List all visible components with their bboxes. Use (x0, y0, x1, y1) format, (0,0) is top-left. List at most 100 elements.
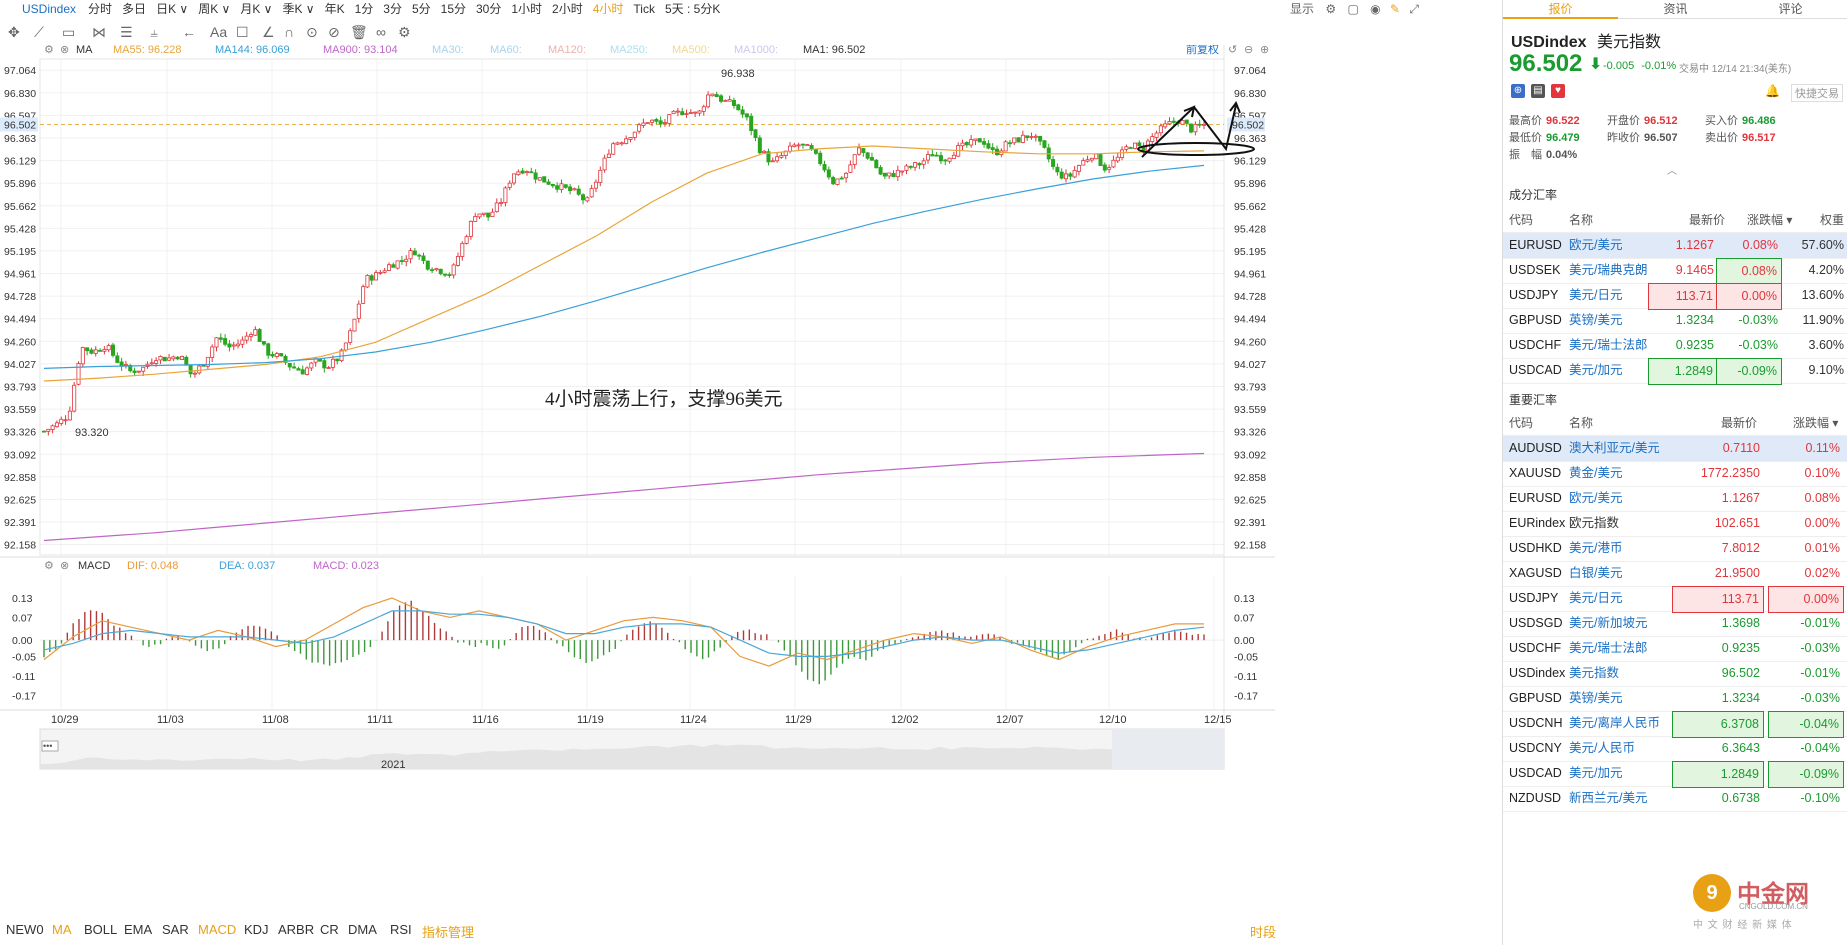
channel-tool-icon[interactable]: ☰ (120, 24, 133, 41)
column-header-1[interactable]: 名称 (1569, 411, 1593, 435)
row-name[interactable]: 美元/加元 (1569, 358, 1653, 383)
bell-icon[interactable]: 🔔 (1765, 84, 1780, 98)
indicator-1[interactable]: MA (52, 922, 72, 937)
component-row[interactable]: EURUSD 欧元/美元 1.1267 0.08% 57.60% (1503, 233, 1847, 259)
gear-icon[interactable]: ⚙ (398, 24, 411, 41)
row-name[interactable]: 新西兰元/美元 (1569, 786, 1659, 811)
rectangle-tool-icon[interactable]: ▭ (62, 24, 75, 41)
period-12[interactable]: 1小时 (511, 0, 542, 14)
symbol-link[interactable]: USDindex (22, 2, 76, 14)
lock-icon[interactable]: ⊘ (328, 24, 340, 41)
indicator-11[interactable]: 指标管理 (422, 922, 474, 941)
indicator-5[interactable]: MACD (198, 922, 236, 937)
row-name[interactable]: 美元/加元 (1569, 761, 1659, 786)
row-name[interactable]: 欧元/美元 (1569, 233, 1653, 258)
trash-icon[interactable]: 🗑 (350, 24, 368, 41)
calendar-icon[interactable]: ▤ (1531, 84, 1545, 98)
pen-icon[interactable]: ✎ (1390, 2, 1400, 16)
row-name[interactable]: 澳大利亚元/美元 (1569, 436, 1659, 461)
indicator-3[interactable]: EMA (124, 922, 152, 937)
column-header-0[interactable]: 代码 (1509, 411, 1533, 435)
major-row[interactable]: GBPUSD 英镑/美元 1.3234 -0.03% (1503, 686, 1847, 712)
indicator-9[interactable]: DMA (348, 922, 377, 937)
settings-icon[interactable]: ⚙ (1325, 2, 1336, 16)
indicator-8[interactable]: CR (320, 922, 339, 937)
indicator-2[interactable]: BOLL (84, 922, 117, 937)
indicator-4[interactable]: SAR (162, 922, 189, 937)
row-name[interactable]: 美元/离岸人民币 (1569, 711, 1659, 736)
row-name[interactable]: 美元/瑞士法郎 (1569, 636, 1659, 661)
row-name[interactable]: 美元/港币 (1569, 536, 1659, 561)
major-row[interactable]: USDCNH 美元/离岸人民币 6.3708 -0.04% (1503, 711, 1847, 738)
line-tool-icon[interactable]: ⟋ (34, 24, 44, 41)
indicator-7[interactable]: ARBR (278, 922, 314, 937)
globe-icon[interactable]: ⊕ (1511, 84, 1525, 98)
tab-quote[interactable]: 报价 (1503, 0, 1618, 19)
favorite-icon[interactable]: ♥ (1551, 84, 1565, 98)
time-range-button[interactable]: 时段 (1250, 922, 1276, 941)
text-tool-icon[interactable]: Aa (210, 24, 227, 40)
period-11[interactable]: 30分 (476, 0, 501, 14)
column-header-3[interactable]: 涨跌幅 ▾ (1793, 411, 1838, 435)
eye-icon[interactable]: ⊙ (306, 24, 318, 41)
column-header-3[interactable]: 涨跌幅 ▾ (1747, 208, 1792, 232)
period-7[interactable]: 1分 (355, 0, 374, 14)
window-icon[interactable]: ▢ (1347, 2, 1358, 16)
row-name[interactable]: 美元指数 (1569, 661, 1659, 686)
column-header-4[interactable]: 权重 (1820, 208, 1844, 232)
camera-icon[interactable]: ◉ (1370, 2, 1380, 16)
major-row[interactable]: USDindex 美元指数 96.502 -0.01% (1503, 661, 1847, 687)
collapse-icon[interactable]: ︿ (1667, 162, 1677, 177)
fullscreen-icon[interactable]: ⤢ (1409, 2, 1419, 16)
row-name[interactable]: 美元/新加坡元 (1569, 611, 1659, 636)
major-row[interactable]: EURindex 欧元指数 102.651 0.00% (1503, 511, 1847, 537)
row-name[interactable]: 美元/日元 (1569, 586, 1659, 611)
period-6[interactable]: 年K (325, 0, 345, 14)
row-name[interactable]: 黄金/美元 (1569, 461, 1659, 486)
link-icon[interactable]: ∞ (376, 24, 386, 40)
tab-news[interactable]: 资讯 (1618, 0, 1733, 17)
row-name[interactable]: 美元/瑞典克朗 (1569, 258, 1653, 283)
major-row[interactable]: NZDUSD 新西兰元/美元 0.6738 -0.10% (1503, 786, 1847, 812)
period-14[interactable]: 4小时 (593, 0, 624, 14)
major-row[interactable]: USDCNY 美元/人民币 6.3643 -0.04% (1503, 736, 1847, 762)
major-row[interactable]: USDCHF 美元/瑞士法郎 0.9235 -0.03% (1503, 636, 1847, 662)
row-name[interactable]: 欧元指数 (1569, 511, 1659, 536)
component-row[interactable]: GBPUSD 英镑/美元 1.3234 -0.03% 11.90% (1503, 308, 1847, 334)
measure-tool-icon[interactable]: ∠ (262, 24, 275, 41)
component-row[interactable]: USDJPY 美元/日元 113.71 0.00% 13.60% (1503, 283, 1847, 310)
component-row[interactable]: USDCAD 美元/加元 1.2849 -0.09% 9.10% (1503, 358, 1847, 385)
major-row[interactable]: USDJPY 美元/日元 113.71 0.00% (1503, 586, 1847, 613)
period-13[interactable]: 2小时 (552, 0, 583, 14)
period-3[interactable]: 周K ∨ (198, 0, 230, 14)
quick-trade-button[interactable]: 快捷交易 (1791, 84, 1843, 102)
period-15[interactable]: Tick (633, 2, 655, 14)
magnet-icon[interactable]: ∩ (284, 24, 294, 40)
column-header-0[interactable]: 代码 (1509, 208, 1533, 232)
period-9[interactable]: 5分 (412, 0, 431, 14)
row-name[interactable]: 美元/日元 (1569, 283, 1653, 308)
major-row[interactable]: USDCAD 美元/加元 1.2849 -0.09% (1503, 761, 1847, 788)
period-16[interactable]: 5天 : 5分K (665, 0, 720, 14)
price-chart[interactable]: 97.064 97.06496.830 96.83096.597 96.59796.3… (0, 45, 1275, 918)
tab-comments[interactable]: 评论 (1733, 0, 1847, 17)
period-1[interactable]: 多日 (122, 0, 146, 14)
component-row[interactable]: USDCHF 美元/瑞士法郎 0.9235 -0.03% 3.60% (1503, 333, 1847, 359)
major-row[interactable]: USDSGD 美元/新加坡元 1.3698 -0.01% (1503, 611, 1847, 637)
major-row[interactable]: XAGUSD 白银/美元 21.9500 0.02% (1503, 561, 1847, 587)
period-0[interactable]: 分时 (88, 0, 112, 14)
major-row[interactable]: USDHKD 美元/港币 7.8012 0.01% (1503, 536, 1847, 562)
column-header-1[interactable]: 名称 (1569, 208, 1593, 232)
fork-tool-icon[interactable]: ⋈ (92, 24, 106, 41)
major-row[interactable]: AUDUSD 澳大利亚元/美元 0.7110 0.11% (1503, 436, 1847, 462)
row-name[interactable]: 欧元/美元 (1569, 486, 1659, 511)
shape-tool-icon[interactable]: ☐ (236, 24, 249, 41)
period-8[interactable]: 3分 (383, 0, 402, 14)
period-4[interactable]: 月K ∨ (240, 0, 272, 14)
arrow-left-icon[interactable]: ← (182, 24, 196, 40)
fib-tool-icon[interactable]: ⫨ (150, 24, 158, 41)
row-name[interactable]: 美元/瑞士法郎 (1569, 333, 1653, 358)
column-header-2[interactable]: 最新价 (1721, 411, 1757, 435)
major-row[interactable]: EURUSD 欧元/美元 1.1267 0.08% (1503, 486, 1847, 512)
period-2[interactable]: 日K ∨ (156, 0, 188, 14)
